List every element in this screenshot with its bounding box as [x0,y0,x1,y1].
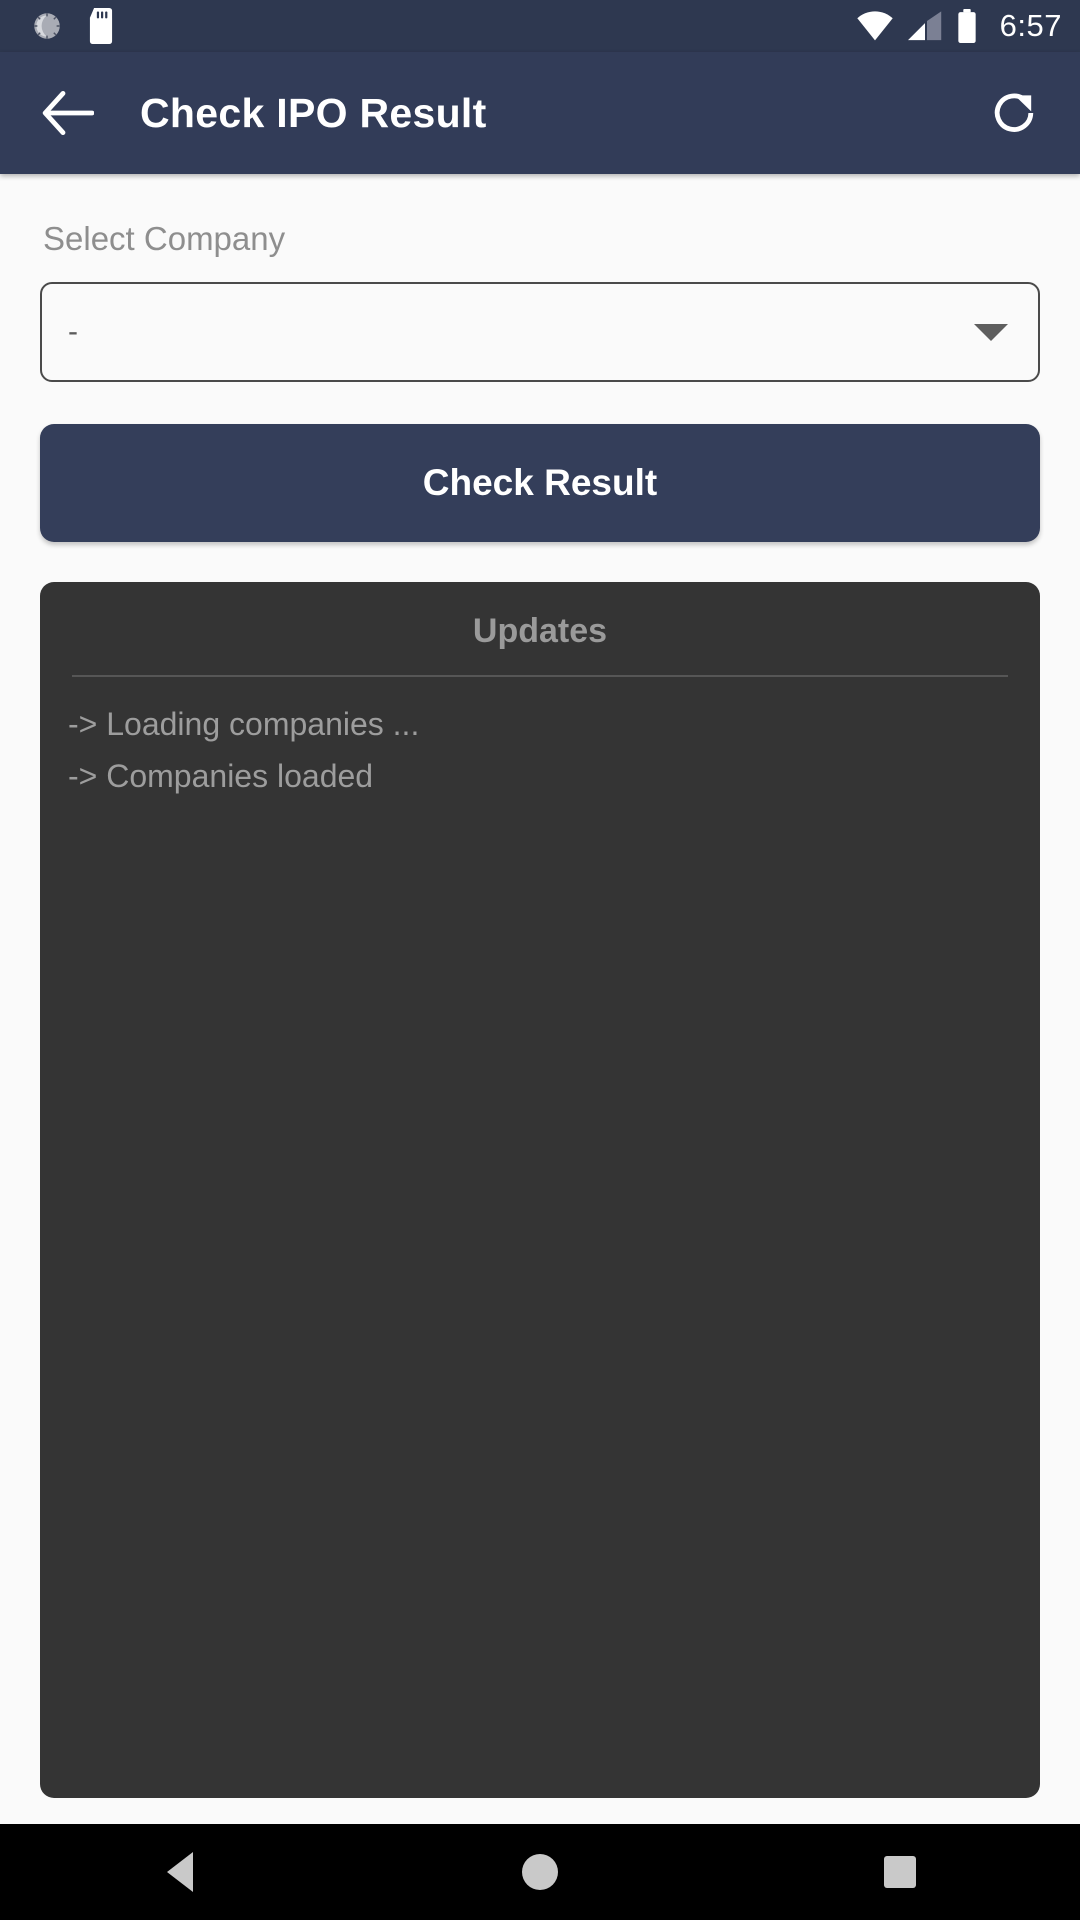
nav-home-button[interactable] [465,1824,615,1920]
recents-square-icon [884,1856,916,1888]
battery-icon [956,9,978,43]
wifi-icon [856,11,894,41]
status-bar: 6:57 [0,0,1080,52]
refresh-icon [994,93,1034,132]
nav-recents-button[interactable] [825,1824,975,1920]
app-screen: 6:57 Check IPO Result Select Company - C… [0,0,1080,1920]
nav-back-button[interactable] [105,1824,255,1920]
sd-card-icon [86,8,116,44]
back-button[interactable] [36,81,100,145]
android-navigation-bar [0,1824,1080,1920]
status-bar-right-icons: 6:57 [856,8,1062,44]
company-dropdown-value: - [68,315,78,348]
brightness-sun-icon [30,9,64,43]
app-bar: Check IPO Result [0,52,1080,174]
refresh-button[interactable] [984,83,1044,143]
cellular-signal-icon [907,11,942,41]
updates-divider [72,675,1008,677]
updates-title: Updates [472,612,608,650]
status-bar-left-icons [30,8,116,44]
home-circle-icon [522,1854,558,1890]
updates-panel: Updates -> Loading companies ... -> Comp… [40,582,1040,1798]
updates-log-list: -> Loading companies ... -> Companies lo… [68,699,1012,1770]
list-item: -> Companies loaded [68,757,374,794]
list-item: -> Loading companies ... [68,706,420,742]
back-triangle-icon [167,1852,193,1892]
check-result-button[interactable]: Check Result [40,424,1040,542]
chevron-down-icon [974,323,1008,341]
select-company-label: Select Company [43,220,286,257]
page-title: Check IPO Result [140,89,487,136]
company-dropdown[interactable]: - [40,282,1040,382]
status-bar-clock: 6:57 [999,8,1062,43]
main-content: Select Company - Check Result Updates ->… [0,174,1080,1824]
back-arrow-icon [42,91,94,135]
